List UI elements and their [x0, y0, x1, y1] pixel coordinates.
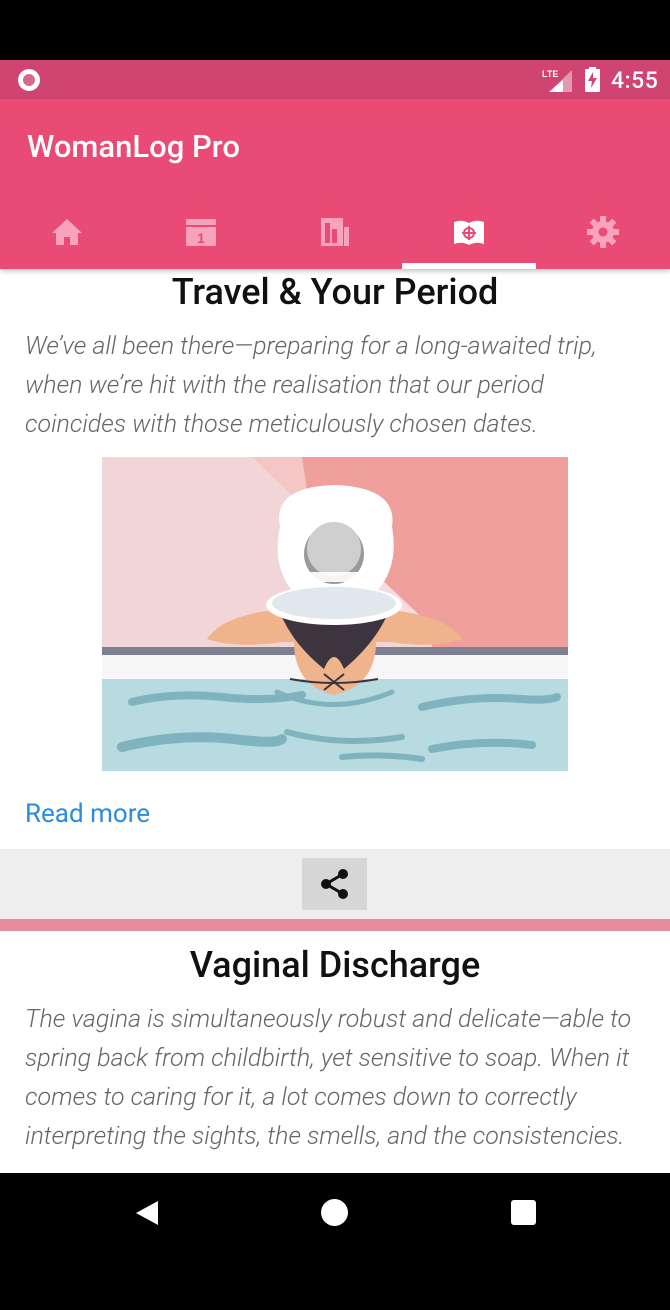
screen-top-bezel: [0, 0, 670, 60]
notification-icon: [18, 69, 40, 91]
article-title: Vaginal Discharge: [189, 944, 481, 986]
read-more-link[interactable]: Read more: [25, 799, 150, 829]
back-icon[interactable]: [134, 1199, 160, 1227]
svg-text:LTE: LTE: [542, 69, 558, 79]
svg-text:1: 1: [197, 230, 205, 246]
article-divider: [0, 919, 670, 931]
screen-bottom-bezel: [0, 1251, 670, 1310]
tab-calendar[interactable]: 1: [134, 194, 268, 269]
tab-statistics[interactable]: [268, 194, 402, 269]
status-bar: LTE 4:55: [0, 60, 670, 99]
article-excerpt: The vagina is simultaneously robust and …: [25, 1005, 632, 1151]
settings-icon: [587, 215, 619, 248]
tab-settings[interactable]: [536, 194, 670, 269]
app-bar: WomanLog Pro 1: [0, 99, 670, 269]
articles-icon: [454, 220, 484, 245]
app-title: WomanLog Pro: [27, 128, 240, 165]
stats-icon: [321, 217, 349, 246]
article-actions-bar: [0, 849, 670, 919]
article-illustration: [102, 457, 568, 771]
recent-apps-icon[interactable]: [511, 1200, 536, 1225]
tab-bar: 1: [0, 194, 670, 269]
battery-charging-icon: [585, 67, 600, 92]
home-icon: [52, 218, 82, 245]
articles-feed[interactable]: Travel & Your Period We’ve all been ther…: [0, 269, 670, 1173]
tab-home[interactable]: [0, 194, 134, 269]
status-time: 4:55: [611, 67, 659, 94]
lte-signal-icon: LTE: [542, 69, 572, 92]
calendar-icon: 1: [186, 218, 216, 246]
article-title: Travel & Your Period: [171, 271, 499, 313]
system-navigation-bar: [0, 1173, 670, 1251]
article-excerpt: We’ve all been there—preparing for a lon…: [25, 332, 597, 439]
share-icon: [320, 869, 348, 899]
share-button[interactable]: [302, 858, 367, 910]
home-circle-icon[interactable]: [321, 1199, 348, 1226]
tab-articles[interactable]: [402, 194, 536, 269]
